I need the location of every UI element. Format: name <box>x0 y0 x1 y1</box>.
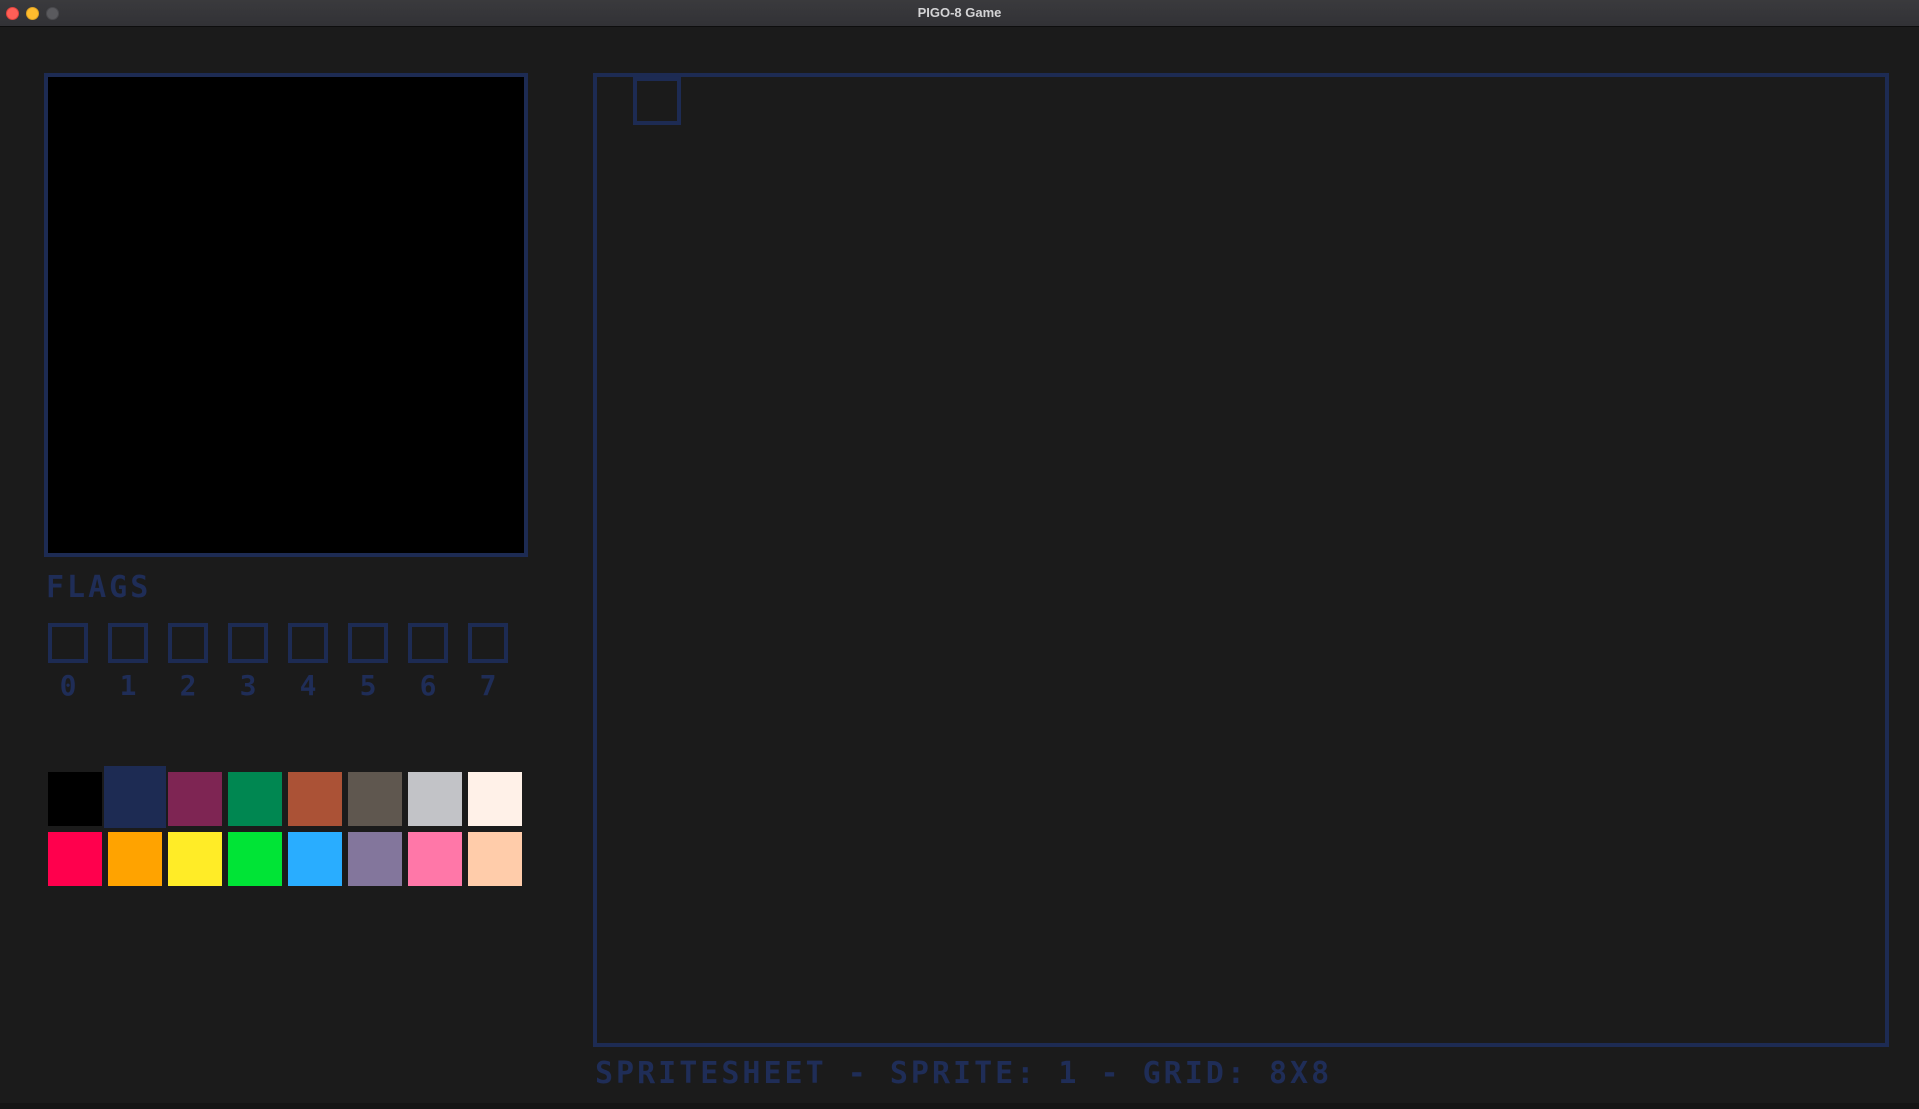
flag-checkbox[interactable] <box>468 623 508 663</box>
palette-swatch-12[interactable] <box>288 832 342 886</box>
palette-swatch-13[interactable] <box>348 832 402 886</box>
flag-number: 1 <box>119 669 137 702</box>
flag-number: 3 <box>239 669 257 702</box>
palette-swatch-11[interactable] <box>228 832 282 886</box>
flag-6[interactable]: 6 <box>408 623 450 713</box>
app-window: PIGO-8 Game FLAGS 0 1 2 3 4 5 6 7 SPRITE… <box>0 0 1919 1109</box>
flag-checkbox[interactable] <box>348 623 388 663</box>
color-palette <box>48 766 528 890</box>
window-bottom-edge <box>0 1103 1919 1109</box>
title-bar[interactable]: PIGO-8 Game <box>0 0 1919 27</box>
palette-swatch-5[interactable] <box>348 772 402 826</box>
flag-number: 0 <box>59 669 77 702</box>
palette-swatch-6[interactable] <box>408 772 462 826</box>
flag-number: 2 <box>179 669 197 702</box>
flag-checkbox[interactable] <box>168 623 208 663</box>
flag-2[interactable]: 2 <box>168 623 210 713</box>
flag-4[interactable]: 4 <box>288 623 330 713</box>
flag-5[interactable]: 5 <box>348 623 390 713</box>
palette-swatch-4[interactable] <box>288 772 342 826</box>
flag-1[interactable]: 1 <box>108 623 150 713</box>
sprite-selection-cursor <box>633 77 681 125</box>
palette-swatch-15[interactable] <box>468 832 522 886</box>
flag-checkbox[interactable] <box>228 623 268 663</box>
palette-swatch-2[interactable] <box>168 772 222 826</box>
flag-checkbox[interactable] <box>288 623 328 663</box>
palette-swatch-7[interactable] <box>468 772 522 826</box>
flag-number: 4 <box>299 669 317 702</box>
window-title: PIGO-8 Game <box>917 5 1002 20</box>
flag-number: 6 <box>419 669 437 702</box>
flag-checkbox[interactable] <box>408 623 448 663</box>
palette-swatch-14[interactable] <box>408 832 462 886</box>
spritesheet-grid[interactable] <box>593 73 1889 1047</box>
flags-label: FLAGS <box>46 570 152 605</box>
flag-3[interactable]: 3 <box>228 623 270 713</box>
spritesheet-status: SPRITESHEET - SPRITE: 1 - GRID: 8X8 <box>595 1056 1333 1091</box>
palette-swatch-0[interactable] <box>48 772 102 826</box>
sprite-edit-canvas[interactable] <box>44 73 528 557</box>
flag-number: 5 <box>359 669 377 702</box>
palette-swatch-3[interactable] <box>228 772 282 826</box>
game-screen: FLAGS 0 1 2 3 4 5 6 7 SPRITESHEET - SPRI… <box>0 27 1919 1109</box>
flag-0[interactable]: 0 <box>48 623 90 713</box>
palette-swatch-8[interactable] <box>48 832 102 886</box>
flag-7[interactable]: 7 <box>468 623 510 713</box>
flag-number: 7 <box>479 669 497 702</box>
flags-row: 0 1 2 3 4 5 6 7 <box>48 623 528 713</box>
palette-swatch-9[interactable] <box>108 832 162 886</box>
flag-checkbox[interactable] <box>108 623 148 663</box>
flag-checkbox[interactable] <box>48 623 88 663</box>
palette-swatch-1[interactable] <box>104 766 166 828</box>
palette-swatch-10[interactable] <box>168 832 222 886</box>
